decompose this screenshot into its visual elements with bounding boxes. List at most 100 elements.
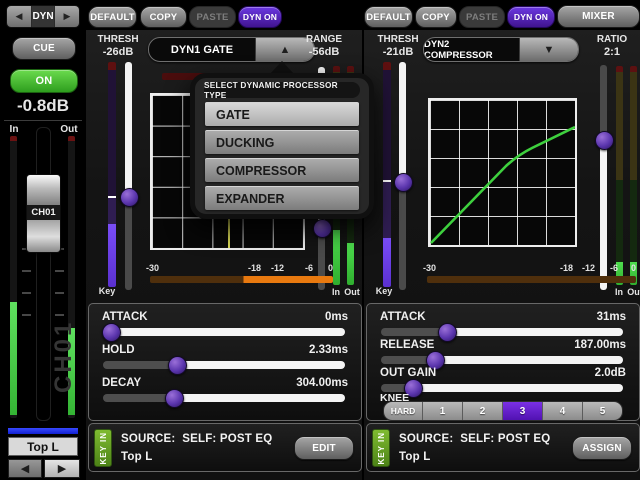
dyn2-scale-18: -18: [560, 263, 573, 273]
channel-on-button[interactable]: ON: [10, 69, 78, 93]
dyn1-scale-30: -30: [146, 263, 159, 273]
sidebar-divider: [4, 120, 82, 121]
chevron-up-icon: ▲: [280, 44, 291, 56]
dyn1-range-knob[interactable]: [313, 219, 332, 238]
dyn2-selector-arrow-button[interactable]: ▼: [519, 38, 578, 61]
dyn1-keyin-edit-button[interactable]: EDIT: [294, 436, 354, 460]
dyn1-key-label: Key: [92, 286, 122, 296]
fader-tick: [22, 314, 31, 316]
prev-processor-button[interactable]: ◀: [7, 6, 32, 27]
dyn2-ratio-knob[interactable]: [595, 131, 614, 150]
dyn1-hold-knob[interactable]: [168, 356, 187, 375]
popup-option-compressor[interactable]: COMPRESSOR: [205, 158, 359, 182]
dyn1-param-box: ATTACK 0ms HOLD 2.33ms DECAY 304.00ms: [88, 303, 362, 421]
knee-option-1[interactable]: 1: [423, 402, 463, 420]
dyn2-keyin-box: KEY IN SOURCE: SELF: POST EQ Top L ASSIG…: [366, 423, 640, 472]
dyn2-outgain-slider[interactable]: [381, 384, 623, 392]
dyn1-thresh-knob[interactable]: [120, 188, 139, 207]
prev-channel-button[interactable]: ◀: [8, 459, 42, 478]
knee-segmented-control: HARD 1 2 3 4 5: [383, 401, 623, 421]
dyn2-keyin-assign-button[interactable]: ASSIGN: [572, 436, 632, 460]
dyn2-thresh-knob[interactable]: [394, 173, 413, 192]
dyn1-scale-12: -12: [271, 263, 284, 273]
dyn2-keyin-channel: Top L: [399, 451, 430, 463]
dyn1-type-label: DYN1 GATE: [149, 38, 255, 61]
prev-channel-icon: ◀: [21, 462, 29, 475]
dyn1-thresh-slider[interactable]: [125, 62, 132, 290]
meter-zone-dim: [616, 72, 623, 180]
popup-option-expander[interactable]: EXPANDER: [205, 186, 359, 210]
dyn2-out-meter: [630, 66, 637, 285]
dyn2-type-selector[interactable]: DYN2 COMPRESSOR ▼: [423, 37, 579, 62]
channel-name: Top L: [8, 437, 78, 456]
knee-option-2[interactable]: 2: [463, 402, 503, 420]
thresh-text: THRESH: [97, 34, 138, 45]
meter-zone-mid: [383, 182, 391, 238]
dyn2-attack-label: ATTACK: [380, 311, 426, 323]
dyn2-thresh-label: THRESH-21dB: [372, 34, 424, 59]
next-channel-button[interactable]: ▶: [44, 459, 80, 478]
source-label: SOURCE:: [399, 433, 453, 445]
dyn2-scale-6: -6: [610, 263, 618, 273]
fader-cap-label: CH01: [27, 205, 60, 220]
dyn2-default-button[interactable]: DEFAULT: [364, 6, 413, 28]
dyn1-decay-slider[interactable]: [103, 394, 345, 402]
dyn2-outgain-label: OUT GAIN: [380, 367, 436, 379]
fader-tick: [22, 292, 31, 294]
fader-tick: [55, 292, 64, 294]
meter-zone-dim: [630, 72, 637, 180]
clip-indicator: [68, 136, 75, 141]
fader-cap[interactable]: CH01: [26, 174, 61, 253]
knee-option-4[interactable]: 4: [543, 402, 583, 420]
sidebar-out-label: Out: [56, 124, 82, 135]
dyn1-range-value: -56dB: [309, 46, 340, 58]
cue-button[interactable]: CUE: [12, 37, 76, 60]
knee-option-hard[interactable]: HARD: [384, 402, 423, 420]
dyn1-copy-button[interactable]: COPY: [140, 6, 187, 28]
dyn2-keyin-tag: KEY IN: [377, 432, 386, 465]
fader-track[interactable]: [36, 127, 51, 421]
dyn1-attack-knob[interactable]: [102, 323, 121, 342]
dyn2-attack-value: 31ms: [597, 311, 626, 323]
dyn1-thresh-label: THRESH-26dB: [92, 34, 144, 59]
mixer-button[interactable]: MIXER: [557, 5, 640, 28]
dyn2-attack-slider[interactable]: [381, 328, 623, 336]
channel-color-bar: [8, 428, 78, 434]
dyn2-release-slider[interactable]: [381, 356, 623, 364]
clip-indicator: [10, 136, 17, 141]
dyn1-paste-button[interactable]: PASTE: [189, 6, 236, 28]
knee-option-5[interactable]: 5: [583, 402, 622, 420]
dyn2-attack-knob[interactable]: [438, 323, 457, 342]
dyn1-keyin-box: KEY IN SOURCE: SELF: POST EQ Top L EDIT: [88, 423, 362, 472]
dyn2-outgain-value: 2.0dB: [595, 367, 626, 379]
dyn1-attack-slider[interactable]: [103, 328, 345, 336]
source-label: SOURCE:: [121, 433, 175, 445]
popup-option-ducking[interactable]: DUCKING: [205, 130, 359, 154]
meter-fill: [10, 302, 17, 415]
dyn2-ratio-slider[interactable]: [600, 65, 607, 290]
popup-option-gate[interactable]: GATE: [205, 102, 359, 126]
dyn1-decay-value: 304.00ms: [296, 377, 348, 389]
dyn2-paste-button[interactable]: PASTE: [459, 6, 505, 28]
dyn2-copy-button[interactable]: COPY: [415, 6, 457, 28]
dyn1-default-button[interactable]: DEFAULT: [88, 6, 137, 28]
source-value: SELF: POST EQ: [460, 433, 550, 445]
dyn1-attack-label: ATTACK: [102, 311, 148, 323]
meter-zone-dim: [108, 70, 116, 197]
next-processor-button[interactable]: ▶: [54, 6, 79, 27]
channel-watermark: CH01: [50, 295, 72, 417]
dyn2-scale-0: 0: [631, 263, 636, 273]
dyn2-param-box: ATTACK 31ms RELEASE 187.00ms OUT GAIN 2.…: [366, 303, 640, 421]
dyn1-decay-knob[interactable]: [165, 389, 184, 408]
dyn2-gr-meter: [427, 276, 636, 283]
dyn2-thresh-slider[interactable]: [399, 62, 406, 290]
meter-fill: [108, 224, 116, 287]
knee-option-3[interactable]: 3: [503, 402, 543, 420]
dyn1-keyin-tag: KEY IN: [99, 432, 108, 465]
dyn1-hold-slider[interactable]: [103, 361, 345, 369]
threshold-tick: [383, 180, 391, 182]
clip-indicator: [383, 62, 391, 70]
dyn1-on-button[interactable]: DYN ON: [238, 6, 282, 28]
dyn1-type-selector[interactable]: DYN1 GATE ▲: [148, 37, 315, 62]
dyn2-on-button[interactable]: DYN ON: [507, 6, 555, 28]
